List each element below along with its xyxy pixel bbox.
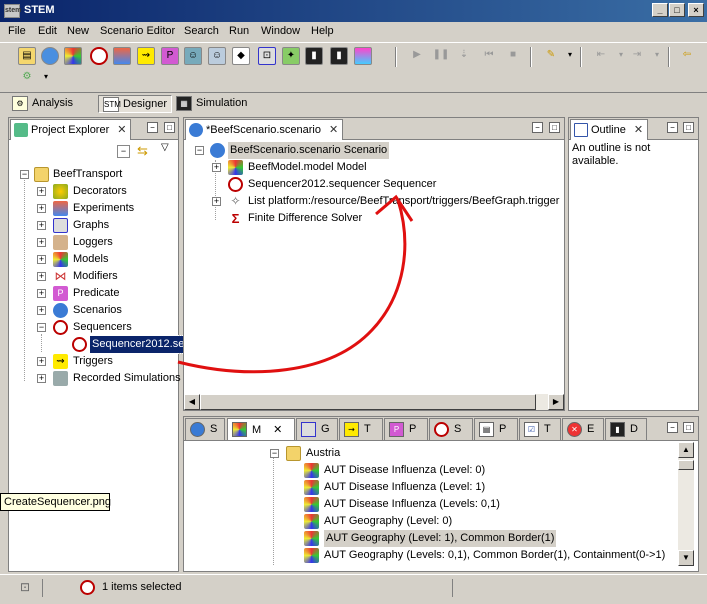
annotation-arrow-head	[375, 194, 414, 222]
annotation-arrow	[177, 194, 414, 374]
annotation-arrow-curve	[177, 199, 407, 374]
